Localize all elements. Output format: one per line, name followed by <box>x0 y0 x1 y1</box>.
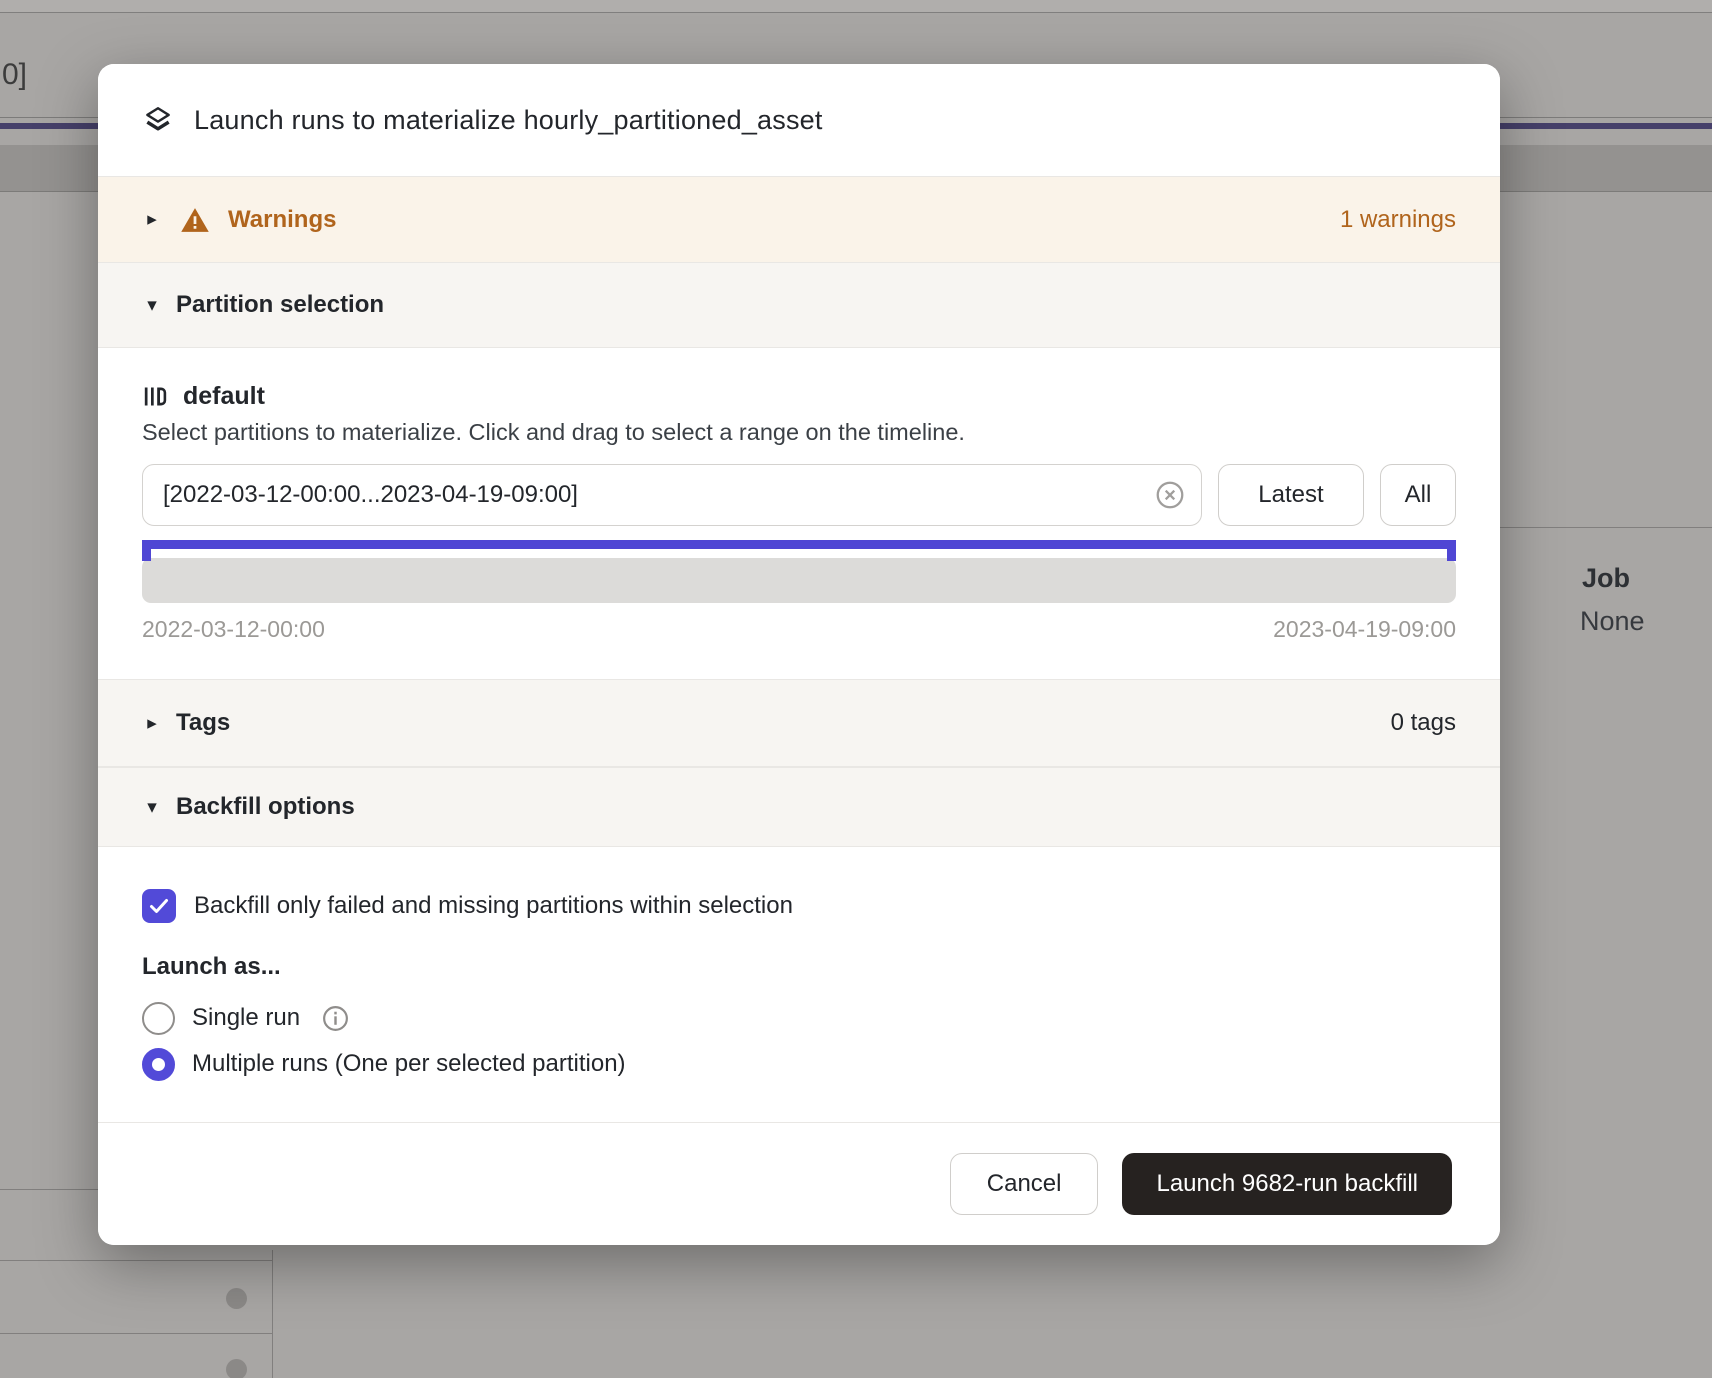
partition-section-body: default Select partitions to materialize… <box>98 348 1500 679</box>
partition-section-header[interactable]: ▾ Partition selection <box>98 262 1500 348</box>
radio-single-run-label: Single run <box>192 1004 300 1032</box>
cancel-button[interactable]: Cancel <box>950 1153 1099 1215</box>
radio-unselected-icon[interactable] <box>142 1002 175 1035</box>
backfill-options-label: Backfill options <box>176 793 355 821</box>
dialog-footer: Cancel Launch 9682-run backfill <box>98 1122 1500 1245</box>
chevron-right-icon: ▸ <box>142 208 162 231</box>
dialog-header: Launch runs to materialize hourly_partit… <box>98 64 1500 177</box>
partition-set-icon <box>142 383 169 410</box>
bg-status-dot <box>226 1359 247 1378</box>
warnings-label: Warnings <box>228 206 336 234</box>
partition-dimension-name: default <box>183 382 265 411</box>
radio-multiple-runs[interactable]: Multiple runs (One per selected partitio… <box>142 1041 1456 1087</box>
timeline-selection-bar[interactable] <box>142 540 1456 549</box>
chevron-down-icon: ▾ <box>142 796 162 819</box>
tags-label: Tags <box>176 709 230 737</box>
failed-missing-checkbox-row[interactable]: Backfill only failed and missing partiti… <box>142 889 1456 923</box>
warnings-section-header[interactable]: ▸ Warnings 1 warnings <box>98 177 1500 262</box>
backfill-section-header[interactable]: ▾ Backfill options <box>98 767 1500 847</box>
radio-multiple-runs-label: Multiple runs (One per selected partitio… <box>192 1050 626 1078</box>
layers-icon <box>142 104 174 136</box>
launch-backfill-button[interactable]: Launch 9682-run backfill <box>1122 1153 1452 1215</box>
chevron-right-icon: ▸ <box>142 712 162 735</box>
partition-help-text: Select partitions to materialize. Click … <box>142 419 1456 446</box>
bg-column-divider <box>272 1250 273 1378</box>
failed-missing-checkbox[interactable] <box>142 889 176 923</box>
bg-job-value: None <box>1580 606 1645 637</box>
partition-selection-label: Partition selection <box>176 291 384 319</box>
timeline-start-label: 2022-03-12-00:00 <box>142 616 325 643</box>
backfill-section-body: Backfill only failed and missing partiti… <box>98 847 1500 1122</box>
timeline-track[interactable] <box>142 558 1456 603</box>
warning-icon <box>180 205 210 235</box>
warnings-count: 1 warnings <box>1340 206 1456 234</box>
clear-input-icon[interactable] <box>1154 479 1186 511</box>
tags-count: 0 tags <box>1391 709 1456 737</box>
dialog-title: Launch runs to materialize hourly_partit… <box>194 105 823 136</box>
bg-row-divider <box>0 1189 100 1190</box>
tags-section-header[interactable]: ▸ Tags 0 tags <box>98 679 1500 767</box>
latest-button[interactable]: Latest <box>1218 464 1364 526</box>
bg-row-divider <box>0 1333 272 1334</box>
checkbox-label: Backfill only failed and missing partiti… <box>194 892 793 920</box>
bg-toolbar-strip <box>0 0 1712 13</box>
launch-as-label: Launch as... <box>142 953 1456 981</box>
radio-selected-icon[interactable] <box>142 1048 175 1081</box>
radio-single-run[interactable]: Single run <box>142 995 1456 1041</box>
bg-status-dot <box>226 1288 247 1309</box>
info-icon[interactable] <box>321 1004 350 1033</box>
timeline-end-label: 2023-04-19-09:00 <box>1273 616 1456 643</box>
bg-row-divider <box>1500 527 1712 528</box>
partition-range-input[interactable] <box>142 464 1202 526</box>
bg-job-header: Job <box>1582 563 1630 594</box>
checkbox-check-icon <box>147 894 171 918</box>
bg-row-divider <box>0 1260 272 1261</box>
chevron-down-icon: ▾ <box>142 294 162 317</box>
launch-backfill-dialog: Launch runs to materialize hourly_partit… <box>98 64 1500 1245</box>
bg-input-fragment: 0] <box>2 58 27 92</box>
all-button[interactable]: All <box>1380 464 1456 526</box>
